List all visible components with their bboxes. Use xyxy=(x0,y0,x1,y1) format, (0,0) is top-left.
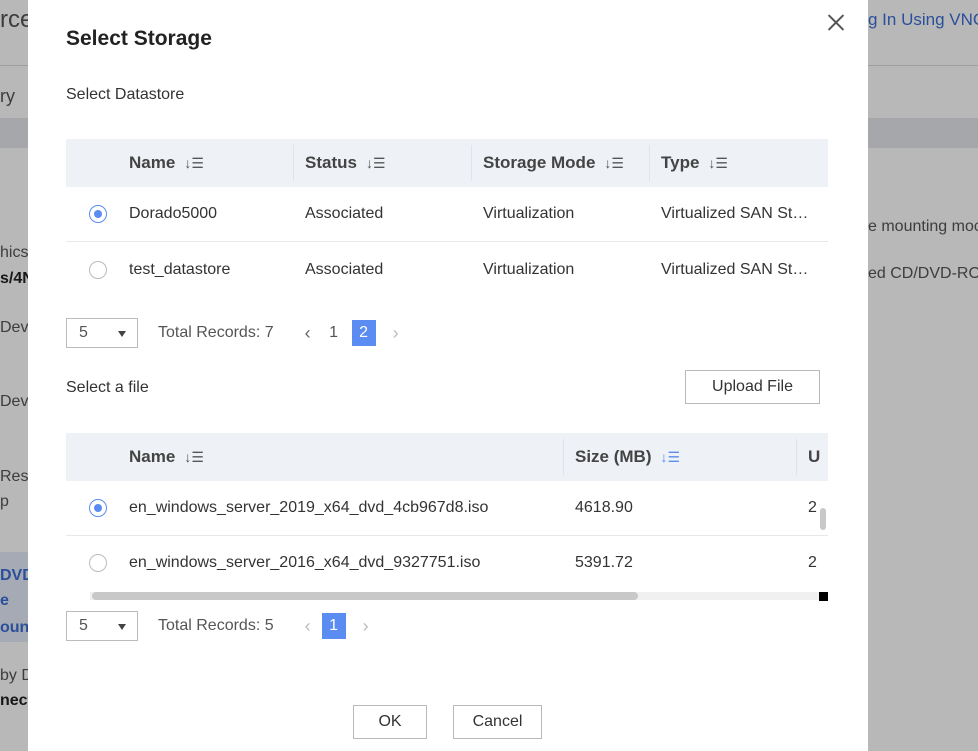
datastore-section-label: Select Datastore xyxy=(66,86,185,103)
sort-icon[interactable]: ↓☰ xyxy=(184,449,204,466)
total-records: Total Records: 5 xyxy=(158,617,274,634)
file-size: 4618.90 xyxy=(575,499,633,516)
row-radio[interactable] xyxy=(66,499,129,517)
horizontal-scrollbar[interactable] xyxy=(66,590,828,604)
file-size: 5391.72 xyxy=(575,554,633,571)
datastore-status: Associated xyxy=(305,205,384,222)
datastore-name: test_datastore xyxy=(129,260,231,278)
file-section-label: Select a file xyxy=(66,379,149,396)
column-header-status[interactable]: Status ↓☰ xyxy=(293,139,471,187)
file-table: Name ↓☰ Size (MB) ↓☰ U en_windows_server_2… xyxy=(66,433,828,587)
table-header: Name ↓☰ Status ↓☰ Storage Mode ↓☰ Type ↓☰ xyxy=(66,139,828,187)
datastore-pagination: 5 Total Records: 7 ‹ 1 2 › xyxy=(66,318,404,348)
datastore-type: Virtualized SAN Storage xyxy=(661,260,814,278)
datastore-status: Associated xyxy=(305,260,384,278)
datastore-storage-mode: Virtualization xyxy=(483,260,575,278)
cancel-button[interactable]: Cancel xyxy=(453,705,542,739)
caret-down-icon xyxy=(118,331,126,337)
file-name: en_windows_server_2016_x64_dvd_9327751.i… xyxy=(129,554,481,571)
datastore-type: Virtualized SAN Storage xyxy=(661,205,814,222)
datastore-table: Name ↓☰ Status ↓☰ Storage Mode ↓☰ Type ↓☰ Do… xyxy=(66,139,828,297)
upload-file-button[interactable]: Upload File xyxy=(685,370,820,404)
column-header-storage-mode[interactable]: Storage Mode ↓☰ xyxy=(471,139,649,187)
next-page-icon[interactable]: › xyxy=(388,323,404,344)
page-size-select[interactable]: 5 xyxy=(66,611,138,641)
vertical-scrollbar[interactable] xyxy=(818,480,828,588)
sort-icon[interactable]: ↓☰ xyxy=(366,155,386,172)
page-number-current[interactable]: 1 xyxy=(321,613,346,639)
table-row[interactable]: test_datastore Associated Virtualization… xyxy=(66,242,828,297)
total-records: Total Records: 7 xyxy=(158,324,274,341)
close-icon[interactable] xyxy=(826,12,846,32)
page-size-select[interactable]: 5 xyxy=(66,318,138,348)
sort-icon[interactable]: ↓☰ xyxy=(604,155,624,172)
sort-icon[interactable]: ↓☰ xyxy=(184,155,204,172)
column-header-extra[interactable]: U xyxy=(796,433,828,481)
table-header: Name ↓☰ Size (MB) ↓☰ U xyxy=(66,433,828,481)
select-storage-dialog: Select Storage Select Datastore Name ↓☰ S… xyxy=(28,0,868,751)
datastore-name: Dorado5000 xyxy=(129,205,218,222)
table-row[interactable]: en_windows_server_2019_x64_dvd_4cb967d8.… xyxy=(66,481,828,536)
column-header-type[interactable]: Type ↓☰ xyxy=(649,139,828,187)
ok-button[interactable]: OK xyxy=(353,705,427,739)
file-name: en_windows_server_2019_x64_dvd_4cb967d8.… xyxy=(129,499,489,516)
page-number[interactable]: 1 xyxy=(322,320,346,346)
table-row[interactable]: en_windows_server_2016_x64_dvd_9327751.i… xyxy=(66,536,828,587)
prev-page-icon[interactable]: ‹ xyxy=(300,616,316,637)
prev-page-icon[interactable]: ‹ xyxy=(300,323,316,344)
dialog-title: Select Storage xyxy=(66,27,212,50)
column-header-size[interactable]: Size (MB) ↓☰ xyxy=(563,433,796,481)
table-row[interactable]: Dorado5000 Associated Virtualization Vir… xyxy=(66,187,828,242)
sort-icon[interactable]: ↓☰ xyxy=(708,155,728,172)
row-radio[interactable] xyxy=(66,260,129,279)
page-number-current[interactable]: 2 xyxy=(351,320,376,346)
sort-icon-active[interactable]: ↓☰ xyxy=(661,449,681,466)
caret-down-icon xyxy=(118,624,126,630)
row-radio[interactable] xyxy=(66,205,129,223)
datastore-storage-mode: Virtualization xyxy=(483,205,575,222)
file-pagination: 5 Total Records: 5 ‹ 1 › xyxy=(66,611,374,641)
row-radio[interactable] xyxy=(66,554,129,572)
column-header-name[interactable]: Name ↓☰ xyxy=(66,433,563,481)
next-page-icon[interactable]: › xyxy=(358,616,374,637)
column-header-name[interactable]: Name ↓☰ xyxy=(66,139,293,187)
